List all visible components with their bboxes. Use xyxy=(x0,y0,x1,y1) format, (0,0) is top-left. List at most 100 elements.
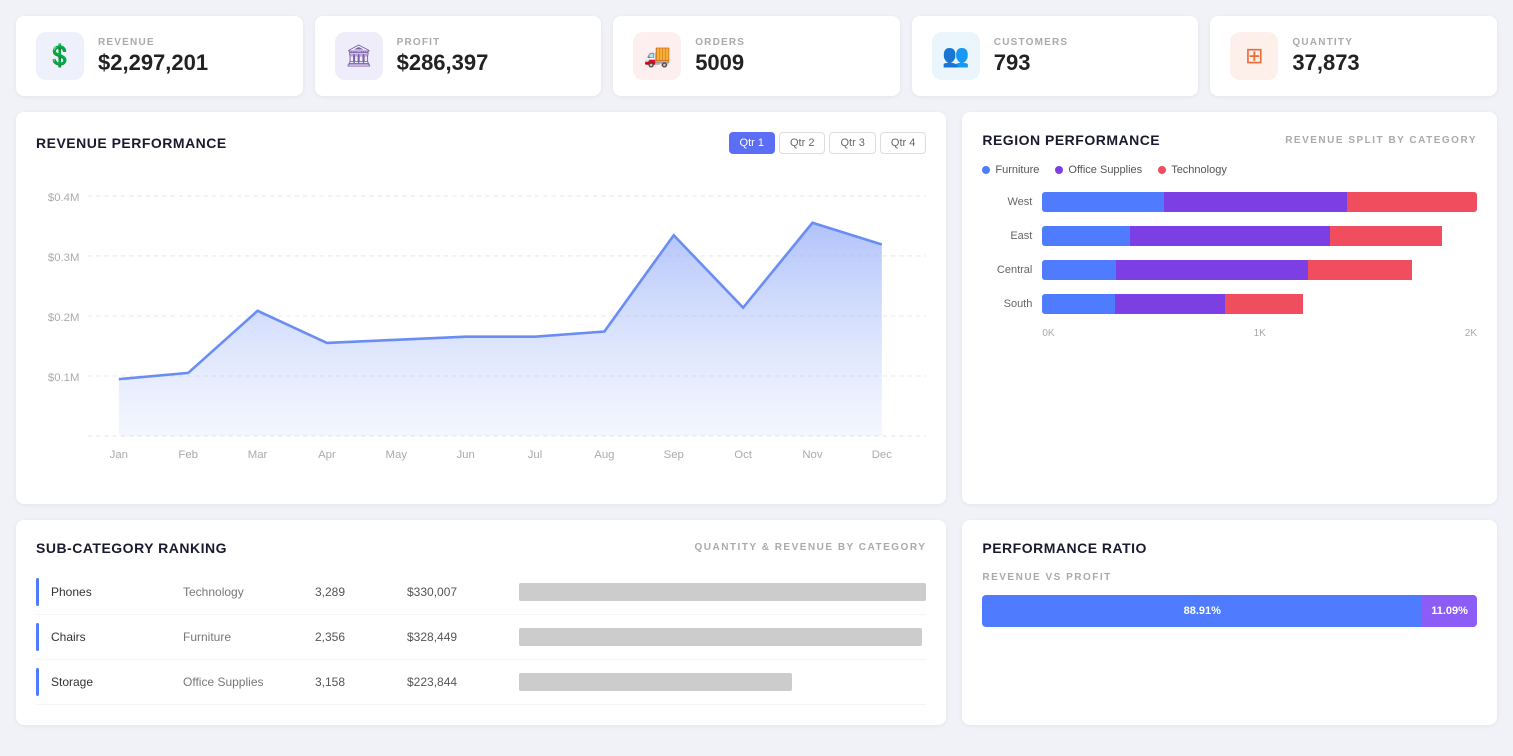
svg-text:Jan: Jan xyxy=(110,449,128,461)
bar-label: West xyxy=(982,196,1032,208)
region-panel-header: REGION PERFORMANCE REVENUE SPLIT BY CATE… xyxy=(982,132,1477,148)
ranking-revenue: $328,449 xyxy=(407,630,507,644)
kpi-card-customers: 👥 CUSTOMERS 793 xyxy=(912,16,1199,96)
ranking-name: Storage xyxy=(51,675,171,689)
svg-text:Oct: Oct xyxy=(734,449,753,461)
region-bar-row-east: East xyxy=(982,226,1477,246)
bar-office xyxy=(1116,260,1308,280)
kpi-value-quantity: 37,873 xyxy=(1292,50,1359,76)
bar-tech xyxy=(1330,226,1442,246)
bar-track xyxy=(1042,294,1477,314)
ranking-qty: 3,289 xyxy=(315,585,395,599)
revenue-performance-panel: REVENUE PERFORMANCE Qtr 1Qtr 2Qtr 3Qtr 4… xyxy=(16,112,946,504)
svg-text:Nov: Nov xyxy=(802,449,823,461)
legend-label: Furniture xyxy=(995,164,1039,176)
legend-dot xyxy=(1158,166,1166,174)
kpi-label-quantity: QUANTITY xyxy=(1292,37,1359,48)
table-row: Phones Technology 3,289 $330,007 xyxy=(36,570,926,615)
kpi-row: 💲 REVENUE $2,297,201 🏛 PROFIT $286,397 🚚… xyxy=(16,16,1497,96)
region-performance-panel: REGION PERFORMANCE REVENUE SPLIT BY CATE… xyxy=(962,112,1497,504)
bar-furniture xyxy=(1042,192,1164,212)
ranking-revenue: $223,844 xyxy=(407,675,507,689)
axis-label: 1K xyxy=(1254,328,1266,339)
revenue-panel-header: REVENUE PERFORMANCE Qtr 1Qtr 2Qtr 3Qtr 4 xyxy=(36,132,926,154)
legend-item-office-supplies: Office Supplies xyxy=(1055,164,1142,176)
kpi-info-quantity: QUANTITY 37,873 xyxy=(1292,37,1359,76)
kpi-card-revenue: 💲 REVENUE $2,297,201 xyxy=(16,16,303,96)
subcategory-subtitle: QUANTITY & REVENUE BY CATEGORY xyxy=(694,542,926,553)
bar-tech xyxy=(1225,294,1303,314)
legend-item-technology: Technology xyxy=(1158,164,1227,176)
ranking-qty: 3,158 xyxy=(315,675,395,689)
ranking-name: Phones xyxy=(51,585,171,599)
ranking-qty: 2,356 xyxy=(315,630,395,644)
bar-track xyxy=(1042,260,1477,280)
quarter-btn-3[interactable]: Qtr 3 xyxy=(829,132,875,154)
legend-label: Technology xyxy=(1171,164,1227,176)
ratio-profit-seg: 11.09% xyxy=(1422,595,1477,627)
bar-label: South xyxy=(982,298,1032,310)
bar-tech xyxy=(1308,260,1411,280)
quarter-btn-1[interactable]: Qtr 1 xyxy=(729,132,775,154)
kpi-value-orders: 5009 xyxy=(695,50,745,76)
kpi-label-revenue: REVENUE xyxy=(98,37,208,48)
ranking-category: Furniture xyxy=(183,630,303,644)
bar-furniture xyxy=(1042,226,1130,246)
kpi-icon-customers: 👥 xyxy=(932,32,980,80)
performance-ratio-panel: PERFORMANCE RATIO REVENUE VS PROFIT 88.9… xyxy=(962,520,1497,725)
region-bar-row-south: South xyxy=(982,294,1477,314)
ranking-bar xyxy=(519,673,792,691)
bar-tech xyxy=(1347,192,1477,212)
ratio-bar: 88.91% 11.09% xyxy=(982,595,1477,627)
kpi-card-quantity: ⊞ QUANTITY 37,873 xyxy=(1210,16,1497,96)
ranking-bar xyxy=(519,583,926,601)
kpi-info-orders: ORDERS 5009 xyxy=(695,37,745,76)
revenue-chart-svg: $0.4M $0.3M $0.2M $0.1M xyxy=(36,170,926,481)
axis-label: 0K xyxy=(1042,328,1054,339)
svg-text:Dec: Dec xyxy=(872,449,893,461)
svg-text:$0.4M: $0.4M xyxy=(48,192,80,204)
ranking-bar-container xyxy=(519,628,926,646)
dashboard: 💲 REVENUE $2,297,201 🏛 PROFIT $286,397 🚚… xyxy=(0,0,1513,741)
perf-ratio-title: PERFORMANCE RATIO xyxy=(982,540,1147,556)
region-subtitle: REVENUE SPLIT BY CATEGORY xyxy=(1285,135,1477,146)
bar-track xyxy=(1042,226,1477,246)
ranking-indicator xyxy=(36,668,39,696)
table-row: Storage Office Supplies 3,158 $223,844 xyxy=(36,660,926,705)
subcategory-title: SUB-CATEGORY RANKING xyxy=(36,540,227,556)
kpi-label-customers: CUSTOMERS xyxy=(994,37,1069,48)
subcategory-header: SUB-CATEGORY RANKING QUANTITY & REVENUE … xyxy=(36,540,926,556)
legend-dot xyxy=(1055,166,1063,174)
legend-label: Office Supplies xyxy=(1068,164,1142,176)
subcategory-panel: SUB-CATEGORY RANKING QUANTITY & REVENUE … xyxy=(16,520,946,725)
ratio-revenue-seg: 88.91% xyxy=(982,595,1422,627)
region-legend: Furniture Office Supplies Technology xyxy=(982,164,1477,176)
quarter-btn-4[interactable]: Qtr 4 xyxy=(880,132,926,154)
svg-text:Sep: Sep xyxy=(664,449,684,461)
ranking-bar-container xyxy=(519,583,926,601)
svg-text:Mar: Mar xyxy=(248,449,268,461)
svg-text:$0.3M: $0.3M xyxy=(48,252,80,264)
revenue-title: REVENUE PERFORMANCE xyxy=(36,135,227,151)
bottom-row: SUB-CATEGORY RANKING QUANTITY & REVENUE … xyxy=(16,520,1497,725)
main-charts-row: REVENUE PERFORMANCE Qtr 1Qtr 2Qtr 3Qtr 4… xyxy=(16,112,1497,504)
kpi-value-revenue: $2,297,201 xyxy=(98,50,208,76)
kpi-value-customers: 793 xyxy=(994,50,1069,76)
ratio-subtitle: REVENUE VS PROFIT xyxy=(982,572,1477,583)
kpi-icon-quantity: ⊞ xyxy=(1230,32,1278,80)
svg-text:Apr: Apr xyxy=(318,449,336,461)
svg-text:Jul: Jul xyxy=(528,449,543,461)
bar-track xyxy=(1042,192,1477,212)
ranking-category: Office Supplies xyxy=(183,675,303,689)
bar-axis: 0K1K2K xyxy=(982,328,1477,339)
ranking-bar xyxy=(519,628,922,646)
region-bar-chart: West East Central South 0K1K2K xyxy=(982,192,1477,339)
kpi-label-profit: PROFIT xyxy=(397,37,489,48)
quarter-btn-2[interactable]: Qtr 2 xyxy=(779,132,825,154)
ranking-bar-container xyxy=(519,673,926,691)
ranking-name: Chairs xyxy=(51,630,171,644)
svg-text:$0.2M: $0.2M xyxy=(48,312,80,324)
bar-office xyxy=(1164,192,1347,212)
kpi-card-orders: 🚚 ORDERS 5009 xyxy=(613,16,900,96)
kpi-icon-revenue: 💲 xyxy=(36,32,84,80)
